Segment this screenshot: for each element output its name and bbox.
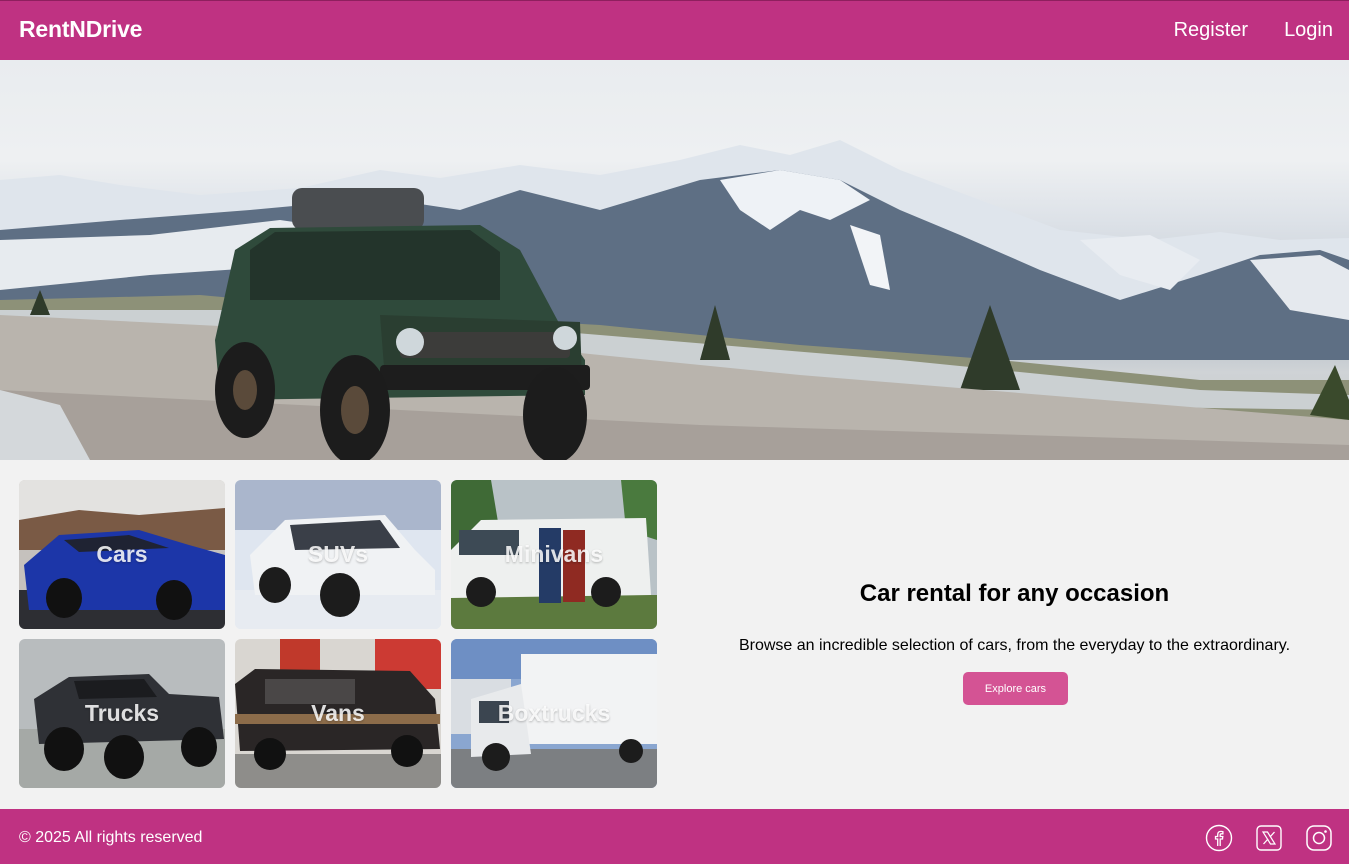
category-tile-trucks[interactable]: Trucks (19, 639, 225, 788)
promo-title: Car rental for any occasion (859, 580, 1170, 607)
category-label-cars: Cars (96, 541, 148, 567)
register-link[interactable]: Register (1174, 19, 1248, 42)
category-tile-suvs[interactable]: SUVs (235, 480, 441, 629)
facebook-icon[interactable] (1205, 824, 1233, 852)
category-label-boxtrucks: Boxtrucks (497, 700, 611, 726)
promo-section: Car rental for any occasion Browse an in… (680, 480, 1349, 789)
brand-logo[interactable]: RentNDrive (19, 16, 142, 43)
category-label-vans: Vans (311, 700, 365, 726)
social-links (1205, 824, 1333, 852)
copyright-text: © 2025 All rights reserved (19, 829, 203, 846)
category-tile-minivans[interactable]: Minivans (451, 480, 657, 629)
category-label-trucks: Trucks (84, 700, 160, 726)
hero-image (0, 140, 1349, 460)
hero-banner (0, 60, 1349, 460)
category-label-suvs: SUVs (307, 541, 369, 567)
instagram-icon[interactable] (1305, 824, 1333, 852)
x-icon[interactable] (1255, 824, 1283, 852)
category-tile-boxtrucks[interactable]: Boxtrucks (451, 639, 657, 788)
top-nav: Register Login (1174, 19, 1333, 42)
category-tile-vans[interactable]: Vans (235, 639, 441, 788)
login-link[interactable]: Login (1284, 19, 1333, 42)
site-footer: © 2025 All rights reserved (0, 809, 1349, 864)
category-grid: Cars SUVs Minivans Trucks Vans Boxtrucks (19, 480, 657, 789)
category-tile-cars[interactable]: Cars (19, 480, 225, 629)
category-label-minivans: Minivans (504, 541, 604, 567)
explore-cars-button[interactable]: Explore cars (963, 672, 1068, 705)
site-header: RentNDrive Register Login (0, 0, 1349, 60)
promo-description: Browse an incredible selection of cars, … (738, 637, 1291, 654)
